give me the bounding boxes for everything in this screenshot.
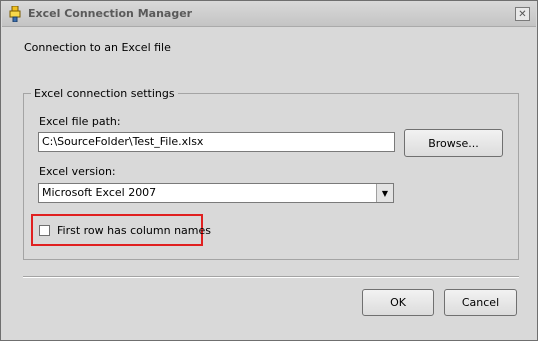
dialog-window: Excel Connection Manager ✕ Connection to… — [0, 0, 538, 341]
version-selected-value: Microsoft Excel 2007 — [42, 186, 157, 199]
browse-button[interactable]: Browse... — [404, 129, 503, 157]
close-button[interactable]: ✕ — [515, 7, 530, 21]
window-title: Excel Connection Manager — [28, 7, 193, 20]
cancel-button[interactable]: Cancel — [444, 289, 517, 316]
title-bar[interactable]: Excel Connection Manager ✕ — [2, 2, 536, 27]
file-path-input[interactable]: C:\SourceFolder\Test_File.xlsx — [38, 132, 395, 152]
ok-button[interactable]: OK — [362, 289, 434, 316]
group-legend: Excel connection settings — [31, 87, 178, 100]
dialog-subtitle: Connection to an Excel file — [24, 41, 171, 54]
version-label: Excel version: — [39, 165, 116, 178]
first-row-label[interactable]: First row has column names — [57, 224, 211, 237]
file-path-label: Excel file path: — [39, 115, 121, 128]
version-select[interactable]: Microsoft Excel 2007 ▼ — [38, 183, 394, 203]
first-row-checkbox[interactable] — [39, 225, 50, 236]
close-icon: ✕ — [518, 8, 527, 20]
excel-connection-icon — [8, 5, 22, 23]
footer-separator — [23, 276, 519, 278]
chevron-down-icon[interactable]: ▼ — [376, 184, 393, 202]
